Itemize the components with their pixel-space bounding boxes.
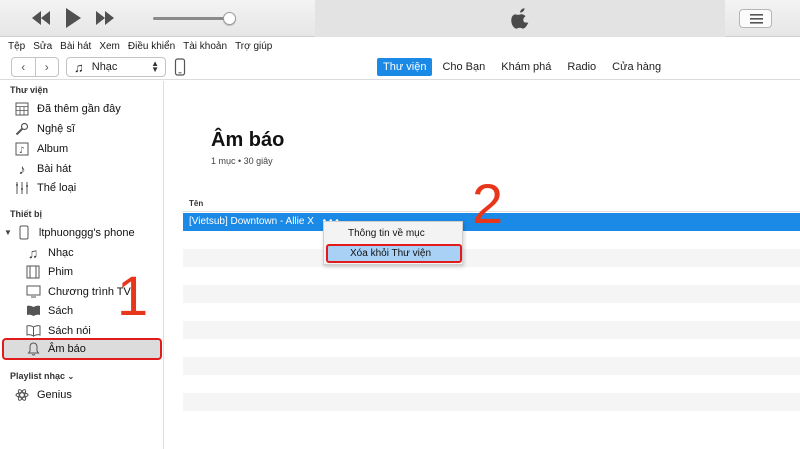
sidebar-item-label: Phim	[48, 265, 74, 278]
player-bar	[0, 0, 800, 37]
table-row	[183, 303, 800, 321]
page-subtitle: 1 mục • 30 giây	[211, 156, 273, 166]
context-menu-item-info[interactable]: Thông tin về mục	[324, 224, 462, 243]
menu-view[interactable]: Xem	[99, 41, 120, 52]
playlists-section-header[interactable]: Playlist nhạc ⌄	[10, 371, 74, 381]
book-icon	[25, 303, 41, 319]
menu-account[interactable]: Tài khoản	[183, 41, 227, 52]
tab-store[interactable]: Cửa hàng	[606, 58, 667, 76]
rewind-icon[interactable]	[30, 9, 52, 27]
menu-controls[interactable]: Điều khiển	[128, 41, 175, 52]
sidebar-item-device-tones[interactable]: Âm báo	[2, 338, 162, 360]
sidebar-item-label: Nhạc	[48, 246, 74, 259]
play-icon[interactable]	[64, 7, 82, 29]
step-2-annotation: 2	[472, 172, 504, 235]
table-row	[183, 339, 800, 357]
bell-icon	[25, 341, 41, 357]
main-content: Âm báo 1 mục • 30 giây Tên [Vietsub] Dow…	[165, 81, 800, 449]
library-section-header: Thư viện	[10, 85, 49, 95]
page-title: Âm báo	[211, 129, 285, 151]
audiobook-icon	[25, 323, 41, 339]
step-1-annotation: 1	[117, 264, 149, 327]
fast-forward-icon[interactable]	[94, 9, 116, 27]
track-title: [Vietsub] Downtown - Allie X	[189, 216, 314, 227]
sidebar-item-label: Đã thêm gần đây	[37, 102, 121, 115]
menu-file[interactable]: Tệp	[8, 41, 25, 52]
tab-for-you[interactable]: Cho Bạn	[436, 58, 491, 76]
calendar-grid-icon	[14, 101, 30, 117]
sidebar-item-device[interactable]: ▼ ltphuonggg's phone	[4, 223, 135, 242]
tab-browse[interactable]: Khám phá	[495, 58, 557, 76]
sidebar-item-device-music[interactable]: ♫ Nhạc	[25, 243, 74, 262]
menu-help[interactable]: Trợ giúp	[235, 41, 272, 52]
triangle-down-icon: ▼	[4, 228, 12, 237]
music-note-icon: ♫	[27, 244, 39, 261]
table-row	[183, 375, 800, 393]
main-tabs: Thư viện Cho Bạn Khám phá Radio Cửa hàng	[377, 57, 671, 77]
table-row	[183, 285, 800, 303]
sidebar-item-device-movies[interactable]: Phim	[25, 262, 73, 281]
sidebar-item-label: Genius	[37, 388, 72, 401]
devices-section-header: Thiết bị	[10, 209, 42, 219]
forward-button[interactable]: ›	[36, 58, 59, 76]
sidebar-item-artists[interactable]: Nghệ sĩ	[14, 119, 75, 138]
playlists-header-label: Playlist nhạc	[10, 371, 66, 381]
up-next-button[interactable]	[739, 9, 772, 28]
volume-knob[interactable]	[223, 12, 236, 25]
sidebar-item-recently-added[interactable]: Đã thêm gần đây	[14, 99, 121, 118]
genres-icon	[14, 180, 30, 196]
device-phone-icon[interactable]	[173, 58, 187, 76]
album-icon: ♪	[14, 141, 30, 157]
sidebar-item-label: Nghệ sĩ	[37, 122, 75, 135]
chevron-down-icon: ⌄	[67, 372, 75, 381]
device-name: ltphuonggg's phone	[38, 226, 135, 239]
media-source-label: Nhạc	[91, 61, 118, 73]
tv-icon	[25, 284, 41, 300]
track-list: [Vietsub] Downtown - Allie X • • •	[183, 213, 800, 429]
context-menu: Thông tin về mục Xóa khỏi Thư viện	[323, 221, 463, 265]
sidebar-item-genres[interactable]: Thể loại	[14, 178, 76, 197]
updown-arrows-icon: ▲ ▼	[151, 59, 159, 74]
tab-radio[interactable]: Radio	[561, 58, 602, 76]
chevron-right-icon: ›	[44, 60, 49, 74]
genius-atom-icon	[14, 387, 30, 403]
sidebar-item-label: Bài hát	[37, 162, 72, 175]
context-menu-item-remove-from-library[interactable]: Xóa khỏi Thư viện	[326, 244, 462, 263]
table-row	[183, 357, 800, 375]
table-row	[183, 411, 800, 429]
menu-edit[interactable]: Sửa	[33, 41, 52, 52]
sidebar-item-genius[interactable]: Genius	[14, 385, 72, 404]
apple-logo-icon	[510, 8, 530, 33]
svg-text:♪: ♪	[19, 146, 25, 156]
sidebar-item-albums[interactable]: ♪ Album	[14, 139, 68, 158]
sidebar-item-songs[interactable]: ♪ Bài hát	[14, 159, 72, 178]
menu-song[interactable]: Bài hát	[60, 41, 91, 52]
nav-buttons: ‹ ›	[11, 57, 59, 77]
media-source-select[interactable]: ♫ Nhạc ▲ ▼	[66, 57, 166, 77]
table-row	[183, 267, 800, 285]
microphone-icon	[14, 121, 30, 137]
music-note-icon: ♪	[18, 160, 26, 177]
volume-slider[interactable]	[153, 12, 236, 25]
phone-icon	[16, 225, 32, 241]
music-note-icon: ♫	[74, 59, 84, 75]
back-button[interactable]: ‹	[12, 58, 36, 76]
toolbar: ‹ › ♫ Nhạc ▲ ▼ Thư viện Cho Bạn Khám phá …	[0, 55, 800, 80]
chevron-left-icon: ‹	[21, 60, 26, 74]
film-icon	[25, 264, 41, 280]
menu-bar: Tệp Sửa Bài hát Xem Điều khiển Tài khoản…	[0, 37, 800, 55]
sidebar-item-label: Sách nói	[48, 324, 91, 337]
sidebar-item-device-books[interactable]: Sách	[25, 301, 73, 320]
table-row	[183, 321, 800, 339]
sidebar-item-label: Âm báo	[48, 343, 86, 355]
sidebar-item-device-tv[interactable]: Chương trình TV	[25, 282, 131, 301]
sidebar-item-label: Thể loại	[37, 181, 77, 194]
sidebar-item-label: Sách	[48, 304, 74, 317]
table-row	[183, 249, 800, 267]
list-icon	[750, 14, 763, 24]
sidebar-item-label: Album	[37, 142, 69, 155]
tab-library[interactable]: Thư viện	[377, 58, 433, 76]
table-row	[183, 393, 800, 411]
